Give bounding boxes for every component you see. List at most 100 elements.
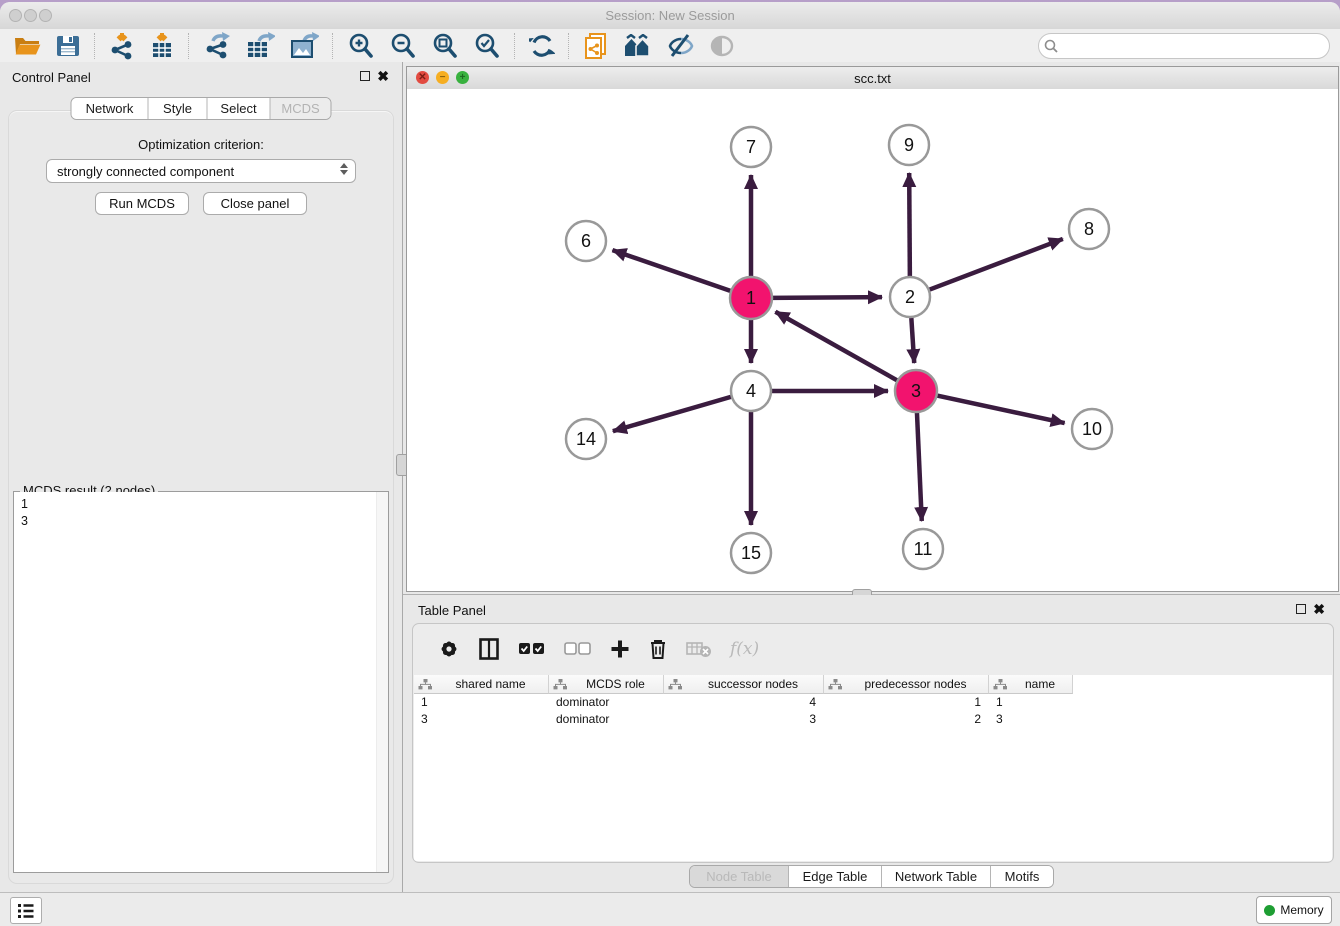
tab-edge-table[interactable]: Edge Table <box>789 866 882 887</box>
mcds-result-text[interactable]: 1 3 <box>14 492 388 872</box>
table-cell[interactable]: dominator <box>549 694 664 711</box>
table-cell[interactable]: 4 <box>664 694 824 711</box>
tab-node-table[interactable]: Node Table <box>690 866 789 887</box>
column-header-MCDS-role[interactable]: MCDS role <box>549 675 664 694</box>
delete-row-icon[interactable] <box>639 632 677 666</box>
edge-3-11[interactable] <box>917 412 922 521</box>
node-table[interactable]: shared nameMCDS rolesuccessor nodesprede… <box>414 675 1332 861</box>
first-neighbors-icon[interactable] <box>616 31 660 61</box>
node-table-header-row: shared nameMCDS rolesuccessor nodesprede… <box>414 675 1332 694</box>
table-row[interactable]: 3dominator323 <box>414 711 1332 728</box>
network-window-title: scc.txt <box>407 71 1338 86</box>
add-row-icon[interactable] <box>601 632 639 666</box>
table-panel-header: Table Panel ✖ <box>403 595 1340 625</box>
close-panel-button[interactable]: Close panel <box>203 192 307 215</box>
memory-button[interactable]: Memory <box>1256 896 1332 924</box>
export-network-icon[interactable] <box>196 31 238 61</box>
table-cell[interactable]: 3 <box>664 711 824 728</box>
search-icon <box>1039 38 1061 54</box>
function-builder-icon[interactable]: f(x) <box>721 632 768 666</box>
window-title: Session: New Session <box>0 8 1340 23</box>
control-panel-close-icon[interactable]: ✖ <box>377 67 389 85</box>
tab-style[interactable]: Style <box>149 98 208 119</box>
table-cell[interactable]: 3 <box>989 711 1073 728</box>
task-list-icon <box>17 903 35 919</box>
search-field[interactable] <box>1038 33 1330 59</box>
save-session-icon[interactable] <box>48 31 88 61</box>
hierarchy-icon <box>828 679 843 690</box>
control-panel: Control Panel ✖ Network Style Select MCD… <box>0 62 402 893</box>
node-label-15: 15 <box>741 543 761 563</box>
deselect-all-icon[interactable] <box>555 632 601 666</box>
node-label-11: 11 <box>914 539 933 559</box>
open-session-icon[interactable] <box>6 31 48 61</box>
table-cell[interactable]: 1 <box>989 694 1073 711</box>
zoom-out-icon[interactable] <box>382 31 424 61</box>
node-table-container: f(x) shared nameMCDS rolesuccessor nodes… <box>412 623 1334 863</box>
node-label-6: 6 <box>581 231 591 251</box>
show-columns-icon[interactable] <box>469 632 509 666</box>
control-panel-float-icon[interactable] <box>360 71 370 81</box>
control-panel-header: Control Panel ✖ <box>0 62 402 92</box>
edge-3-10[interactable] <box>937 395 1065 423</box>
tab-network[interactable]: Network <box>72 98 149 119</box>
network-canvas[interactable]: 1234678910111415 <box>407 89 1338 591</box>
mcds-result-scrollbar[interactable] <box>376 492 388 872</box>
import-network-icon[interactable] <box>102 31 142 61</box>
zoom-selected-icon[interactable] <box>466 31 508 61</box>
node-label-1: 1 <box>746 288 756 308</box>
table-panel-close-icon[interactable]: ✖ <box>1313 600 1325 618</box>
column-header-shared-name[interactable]: shared name <box>414 675 549 694</box>
memory-label: Memory <box>1280 903 1323 917</box>
table-cell[interactable]: 1 <box>824 694 989 711</box>
node-label-9: 9 <box>904 135 914 155</box>
control-panel-title: Control Panel <box>12 70 91 85</box>
column-header-successor-nodes[interactable]: successor nodes <box>664 675 824 694</box>
node-label-8: 8 <box>1084 219 1094 239</box>
table-cell[interactable]: 2 <box>824 711 989 728</box>
edge-4-14[interactable] <box>613 397 731 431</box>
import-table-icon[interactable] <box>142 31 182 61</box>
search-input[interactable] <box>1061 38 1329 54</box>
table-panel-float-icon[interactable] <box>1296 604 1306 614</box>
export-image-icon[interactable] <box>282 31 326 61</box>
edge-3-1[interactable] <box>775 312 897 381</box>
column-header-name[interactable]: name <box>989 675 1073 694</box>
table-cell[interactable]: 3 <box>414 711 549 728</box>
table-panel-title: Table Panel <box>418 603 486 618</box>
clone-network-icon[interactable] <box>576 31 616 61</box>
node-label-4: 4 <box>746 381 756 401</box>
table-cell[interactable]: dominator <box>549 711 664 728</box>
edge-2-3[interactable] <box>911 318 914 363</box>
show-all-icon[interactable] <box>702 31 742 61</box>
hide-selected-icon[interactable] <box>660 31 702 61</box>
refresh-icon[interactable] <box>522 31 562 61</box>
edge-2-9[interactable] <box>909 173 910 276</box>
edge-1-6[interactable] <box>612 250 731 291</box>
tab-select[interactable]: Select <box>208 98 271 119</box>
edge-1-2[interactable] <box>772 297 882 298</box>
table-cell[interactable]: 1 <box>414 694 549 711</box>
tab-motifs[interactable]: Motifs <box>991 866 1053 887</box>
node-label-10: 10 <box>1082 419 1102 439</box>
column-header-predecessor-nodes[interactable]: predecessor nodes <box>824 675 989 694</box>
main-area: Control Panel ✖ Network Style Select MCD… <box>0 62 1340 893</box>
mcds-panel-body: Optimization criterion: strongly connect… <box>8 110 394 884</box>
export-table-icon[interactable] <box>238 31 282 61</box>
tab-mcds[interactable]: MCDS <box>271 98 331 119</box>
tab-network-table[interactable]: Network Table <box>882 866 991 887</box>
mcds-result-group: MCDS result (2 nodes) 1 3 <box>13 491 389 873</box>
table-row[interactable]: 1dominator411 <box>414 694 1332 711</box>
select-all-icon[interactable] <box>509 632 555 666</box>
table-settings-icon[interactable] <box>429 632 469 666</box>
table-panel-tabs: Node Table Edge Table Network Table Moti… <box>403 865 1340 888</box>
optimization-criterion-select[interactable]: strongly connected component <box>46 159 356 183</box>
task-history-button[interactable] <box>10 897 42 924</box>
zoom-fit-icon[interactable] <box>424 31 466 61</box>
delete-table-icon[interactable] <box>677 632 721 666</box>
zoom-in-icon[interactable] <box>340 31 382 61</box>
edge-2-8[interactable] <box>930 239 1063 290</box>
memory-status-icon <box>1264 905 1275 916</box>
application-window: Session: New Session <box>0 2 1340 926</box>
run-mcds-button[interactable]: Run MCDS <box>95 192 189 215</box>
